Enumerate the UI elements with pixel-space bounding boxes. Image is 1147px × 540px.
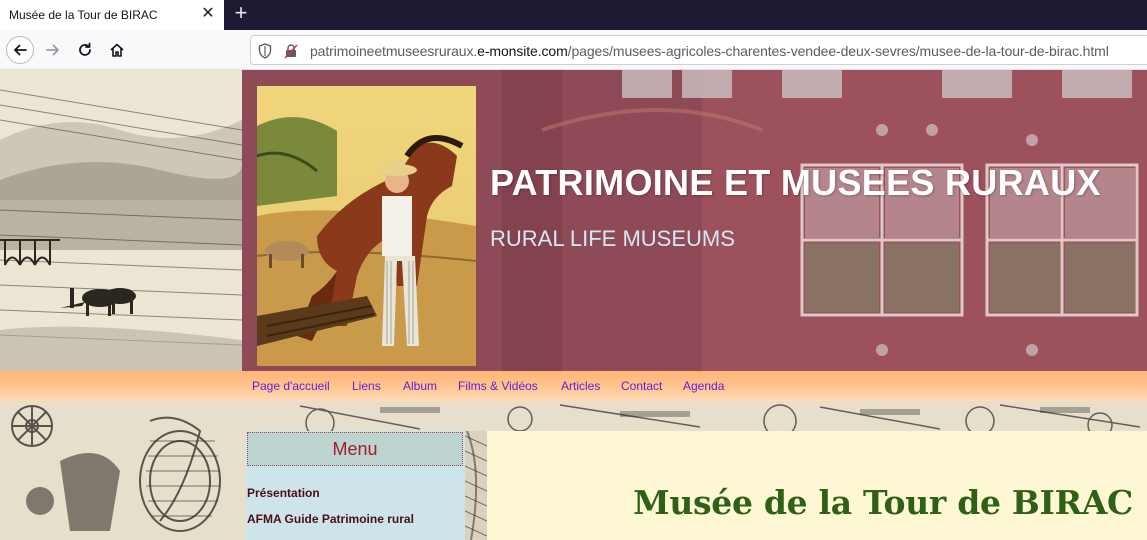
site-subtitle: RURAL LIFE MUSEUMS (490, 226, 735, 251)
machinery-engraving-left-image (0, 401, 246, 540)
plus-icon[interactable]: + (231, 2, 251, 26)
menu-item-links[interactable]: Liens (352, 379, 381, 393)
menu-item-films-videos[interactable]: Films & Vidéos (458, 379, 538, 393)
main-content: Musée de la Tour de BIRAC (487, 431, 1147, 540)
home-button[interactable] (103, 36, 131, 64)
url-path: /pages/musees-agricoles-charentes-vendee… (567, 43, 1109, 59)
url-prefix: patrimoineetmuseesruraux. (310, 43, 478, 59)
sidebar-link-afma-guide[interactable]: AFMA Guide Patrimoine rural (247, 512, 414, 526)
farmer-horse-illustration-image (257, 86, 476, 366)
url-text[interactable]: patrimoineetmuseesruraux.e-monsite.com/p… (310, 43, 1109, 59)
navigation-toolbar: patrimoineetmuseesruraux.e-monsite.com/p… (0, 30, 1147, 70)
reload-icon (79, 42, 91, 56)
url-domain: e-monsite.com (477, 43, 568, 59)
back-button[interactable] (6, 36, 34, 64)
menu-item-agenda[interactable]: Agenda (683, 379, 724, 393)
page-title: Musée de la Tour de BIRAC (633, 483, 1133, 522)
menu-item-articles[interactable]: Articles (561, 379, 600, 393)
arrow-right-icon (46, 44, 59, 56)
sidebar-heading: Menu (247, 432, 463, 466)
main-menu-bar: Page d'accueil Liens Album Films & Vidéo… (0, 371, 1147, 401)
tab-bar: Musée de la Tour de BIRAC ✕ + (0, 0, 1147, 30)
forward-button[interactable] (39, 36, 67, 64)
address-bar[interactable]: patrimoineetmuseesruraux.e-monsite.com/p… (250, 35, 1147, 65)
engraving-divider-image (465, 431, 487, 540)
sidebar-heading-label: Menu (332, 439, 378, 459)
arrow-left-icon (14, 44, 27, 56)
tab-title: Musée de la Tour de BIRAC (9, 8, 158, 22)
insecure-lock-icon[interactable] (284, 43, 298, 59)
web-page: PATRIMOINE ET MUSEES RURAUX RURAL LIFE M… (0, 70, 1147, 540)
close-icon[interactable]: ✕ (198, 3, 218, 25)
menu-item-home[interactable]: Page d'accueil (252, 379, 330, 393)
reload-button[interactable] (71, 36, 99, 64)
browser-tab[interactable]: Musée de la Tour de BIRAC ✕ (0, 0, 224, 30)
sidebar-link-presentation[interactable]: Présentation (247, 486, 320, 500)
menu-item-album[interactable]: Album (403, 379, 437, 393)
engraving-landscape-image (0, 70, 242, 371)
site-title[interactable]: PATRIMOINE ET MUSEES RURAUX (490, 162, 1101, 204)
home-icon (110, 43, 124, 57)
sidebar-menu: Menu Présentation AFMA Guide Patrimoine … (246, 431, 465, 540)
site-header-banner: PATRIMOINE ET MUSEES RURAUX RURAL LIFE M… (242, 70, 1147, 371)
shield-icon[interactable] (258, 43, 272, 59)
menu-item-contact[interactable]: Contact (621, 379, 662, 393)
